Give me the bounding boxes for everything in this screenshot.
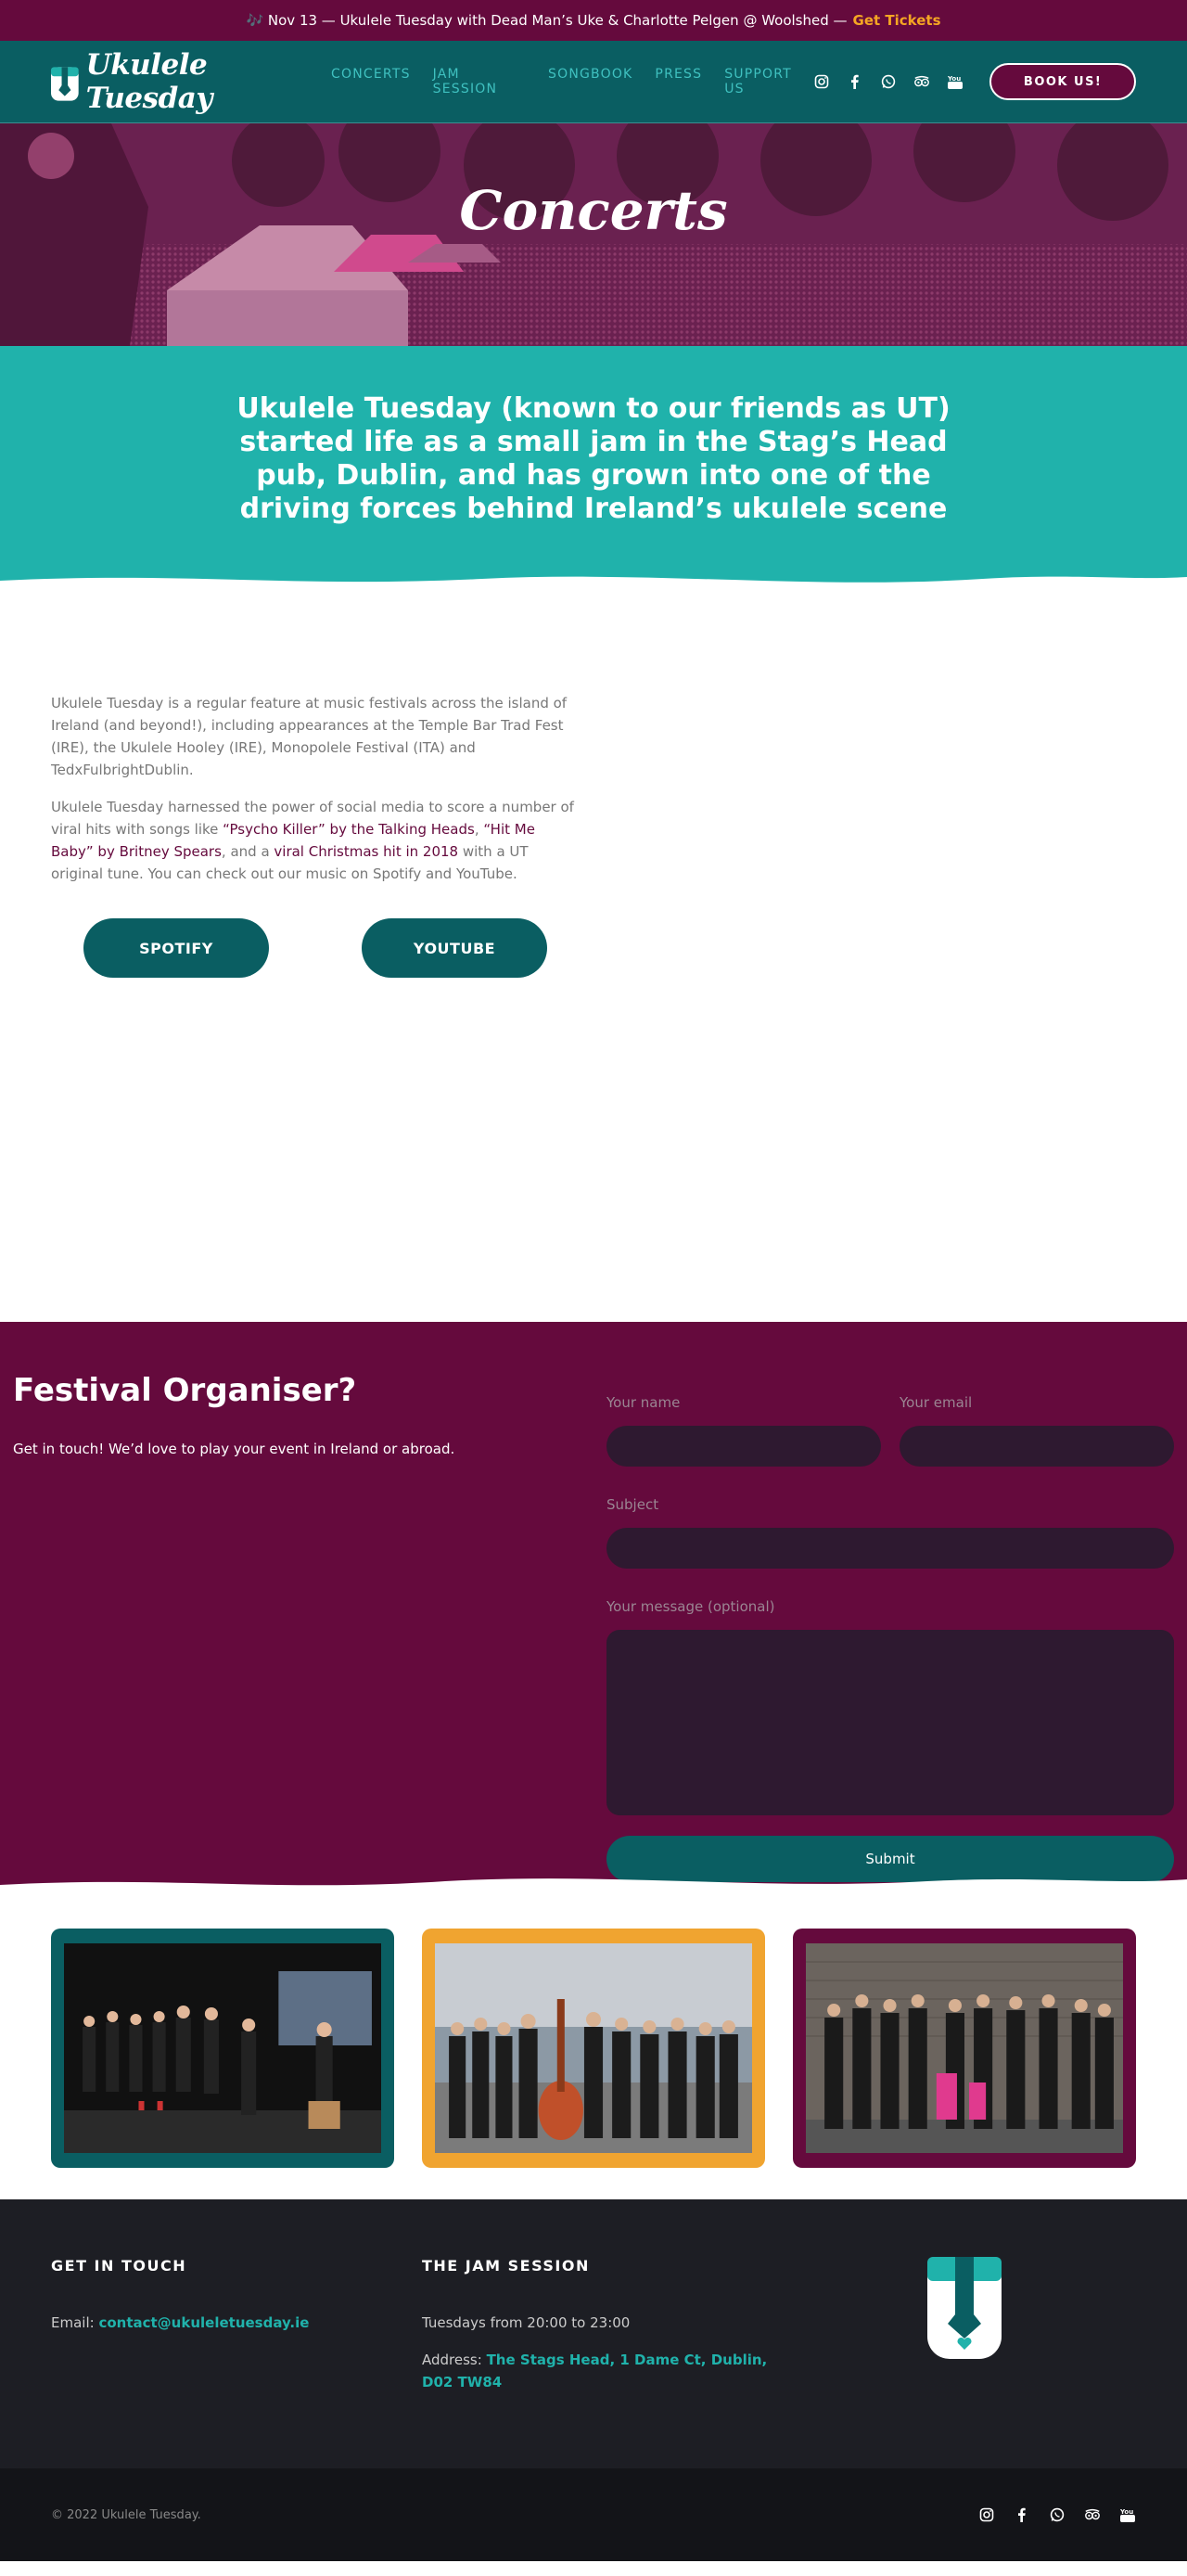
instagram-icon[interactable] bbox=[813, 73, 830, 90]
concerts-body: Ukulele Tuesday is a regular feature at … bbox=[0, 595, 1187, 1322]
nav-jam-session[interactable]: Jam Session bbox=[433, 67, 526, 96]
youtube-button[interactable]: YOUTUBE bbox=[362, 918, 547, 978]
logo[interactable]: Ukulele Tuesday bbox=[51, 48, 298, 115]
intro-section: Ukulele Tuesday (known to our friends as… bbox=[0, 346, 1187, 596]
body-paragraph-1: Ukulele Tuesday is a regular feature at … bbox=[51, 695, 568, 778]
nav-press[interactable]: Press bbox=[655, 67, 702, 96]
header-social-links: You bbox=[813, 73, 964, 90]
youtube-icon[interactable]: You bbox=[947, 73, 964, 90]
address-prefix: Address: bbox=[422, 2352, 482, 2368]
logo-text: Ukulele Tuesday bbox=[85, 48, 213, 115]
jam-address: Address: The Stags Head, 1 Dame Ct, Dubl… bbox=[422, 2349, 793, 2393]
footer-email-link[interactable]: contact@ukuleletuesday.ie bbox=[98, 2314, 309, 2331]
message-field[interactable] bbox=[606, 1630, 1174, 1815]
footer-email-line: Email: contact@ukuleletuesday.ie bbox=[51, 2312, 422, 2334]
footer-social-links: You bbox=[978, 2506, 1136, 2523]
wave-divider bbox=[0, 576, 1187, 596]
svg-text:You: You bbox=[1120, 2508, 1133, 2516]
festival-subtitle: Get in touch! We’d love to play your eve… bbox=[13, 1441, 455, 1457]
youtube-icon[interactable]: You bbox=[1119, 2506, 1136, 2523]
svg-text:You: You bbox=[948, 75, 961, 83]
festival-organiser-section: Festival Organiser? Get in touch! We’d l… bbox=[0, 1322, 1187, 1898]
site-footer: GET IN TOUCH Email: contact@ukuleletuesd… bbox=[0, 2199, 1187, 2468]
facebook-icon[interactable] bbox=[847, 73, 863, 90]
footer-jam-title: THE JAM SESSION bbox=[422, 2257, 590, 2275]
body-text: , and a bbox=[221, 843, 274, 860]
photo-gallery bbox=[0, 1897, 1187, 2199]
ukulele-logo-icon bbox=[51, 67, 79, 101]
intro-text: Ukulele Tuesday (known to our friends as… bbox=[236, 392, 951, 525]
wave-divider bbox=[0, 1878, 1187, 1898]
photo-card bbox=[793, 1929, 1136, 2168]
jam-times: Tuesdays from 20:00 to 23:00 bbox=[422, 2314, 631, 2331]
subject-label: Subject bbox=[606, 1496, 659, 1513]
copyright: © 2022 Ukulele Tuesday. bbox=[51, 2507, 201, 2522]
stage-performance-photo bbox=[64, 1943, 381, 2153]
hero-banner: Concerts bbox=[0, 123, 1187, 346]
nav-songbook[interactable]: Songbook bbox=[548, 67, 632, 96]
announcement-text: 🎶 Nov 13 — Ukulele Tuesday with Dead Man… bbox=[246, 12, 848, 29]
body-text: , bbox=[474, 821, 484, 838]
email-label: Your email bbox=[900, 1394, 973, 1411]
email-prefix: Email: bbox=[51, 2314, 95, 2331]
whatsapp-icon[interactable] bbox=[1049, 2506, 1066, 2523]
tripadvisor-icon[interactable] bbox=[1084, 2506, 1101, 2523]
email-field[interactable] bbox=[900, 1426, 1174, 1467]
instagram-icon[interactable] bbox=[978, 2506, 995, 2523]
page-title: Concerts bbox=[459, 179, 728, 242]
contact-form: Your name Your email Subject Your messag… bbox=[606, 1372, 1174, 1897]
footer-logo-icon bbox=[927, 2257, 1002, 2359]
psycho-killer-link[interactable]: “Psycho Killer” by the Talking Heads bbox=[223, 821, 475, 838]
name-field[interactable] bbox=[606, 1426, 881, 1467]
whatsapp-icon[interactable] bbox=[880, 73, 897, 90]
group-waterfront-photo bbox=[435, 1943, 752, 2153]
name-label: Your name bbox=[606, 1394, 681, 1411]
christmas-hit-link[interactable]: viral Christmas hit in 2018 bbox=[274, 843, 458, 860]
photo-card bbox=[422, 1929, 765, 2168]
nav-support-us[interactable]: Support Us bbox=[724, 67, 813, 96]
footer-bottom-bar: © 2022 Ukulele Tuesday. You bbox=[0, 2468, 1187, 2561]
footer-logo-wrap bbox=[793, 2257, 1136, 2468]
festival-title: Festival Organiser? bbox=[13, 1372, 357, 1409]
facebook-icon[interactable] bbox=[1014, 2506, 1030, 2523]
footer-jam-session: THE JAM SESSION Tuesdays from 20:00 to 2… bbox=[422, 2257, 793, 2468]
footer-contact: GET IN TOUCH Email: contact@ukuleletuesd… bbox=[51, 2257, 422, 2468]
subject-field[interactable] bbox=[606, 1528, 1174, 1569]
nav-concerts[interactable]: Concerts bbox=[331, 67, 411, 96]
body-paragraph-2: Ukulele Tuesday harnessed the power of s… bbox=[51, 796, 580, 885]
announcement-bar: 🎶 Nov 13 — Ukulele Tuesday with Dead Man… bbox=[0, 0, 1187, 41]
main-nav: Concerts Jam Session Songbook Press Supp… bbox=[331, 67, 813, 96]
get-tickets-link[interactable]: Get Tickets bbox=[853, 12, 941, 29]
group-brick-wall-photo bbox=[806, 1943, 1123, 2153]
book-us-button[interactable]: BOOK US! bbox=[989, 63, 1136, 100]
spotify-button[interactable]: SPOTIFY bbox=[83, 918, 269, 978]
site-header: Ukulele Tuesday Concerts Jam Session Son… bbox=[0, 41, 1187, 123]
music-links: SPOTIFY YOUTUBE bbox=[83, 918, 1136, 978]
message-label: Your message (optional) bbox=[606, 1598, 775, 1615]
tripadvisor-icon[interactable] bbox=[913, 73, 930, 90]
footer-contact-title: GET IN TOUCH bbox=[51, 2257, 187, 2275]
photo-card bbox=[51, 1929, 394, 2168]
